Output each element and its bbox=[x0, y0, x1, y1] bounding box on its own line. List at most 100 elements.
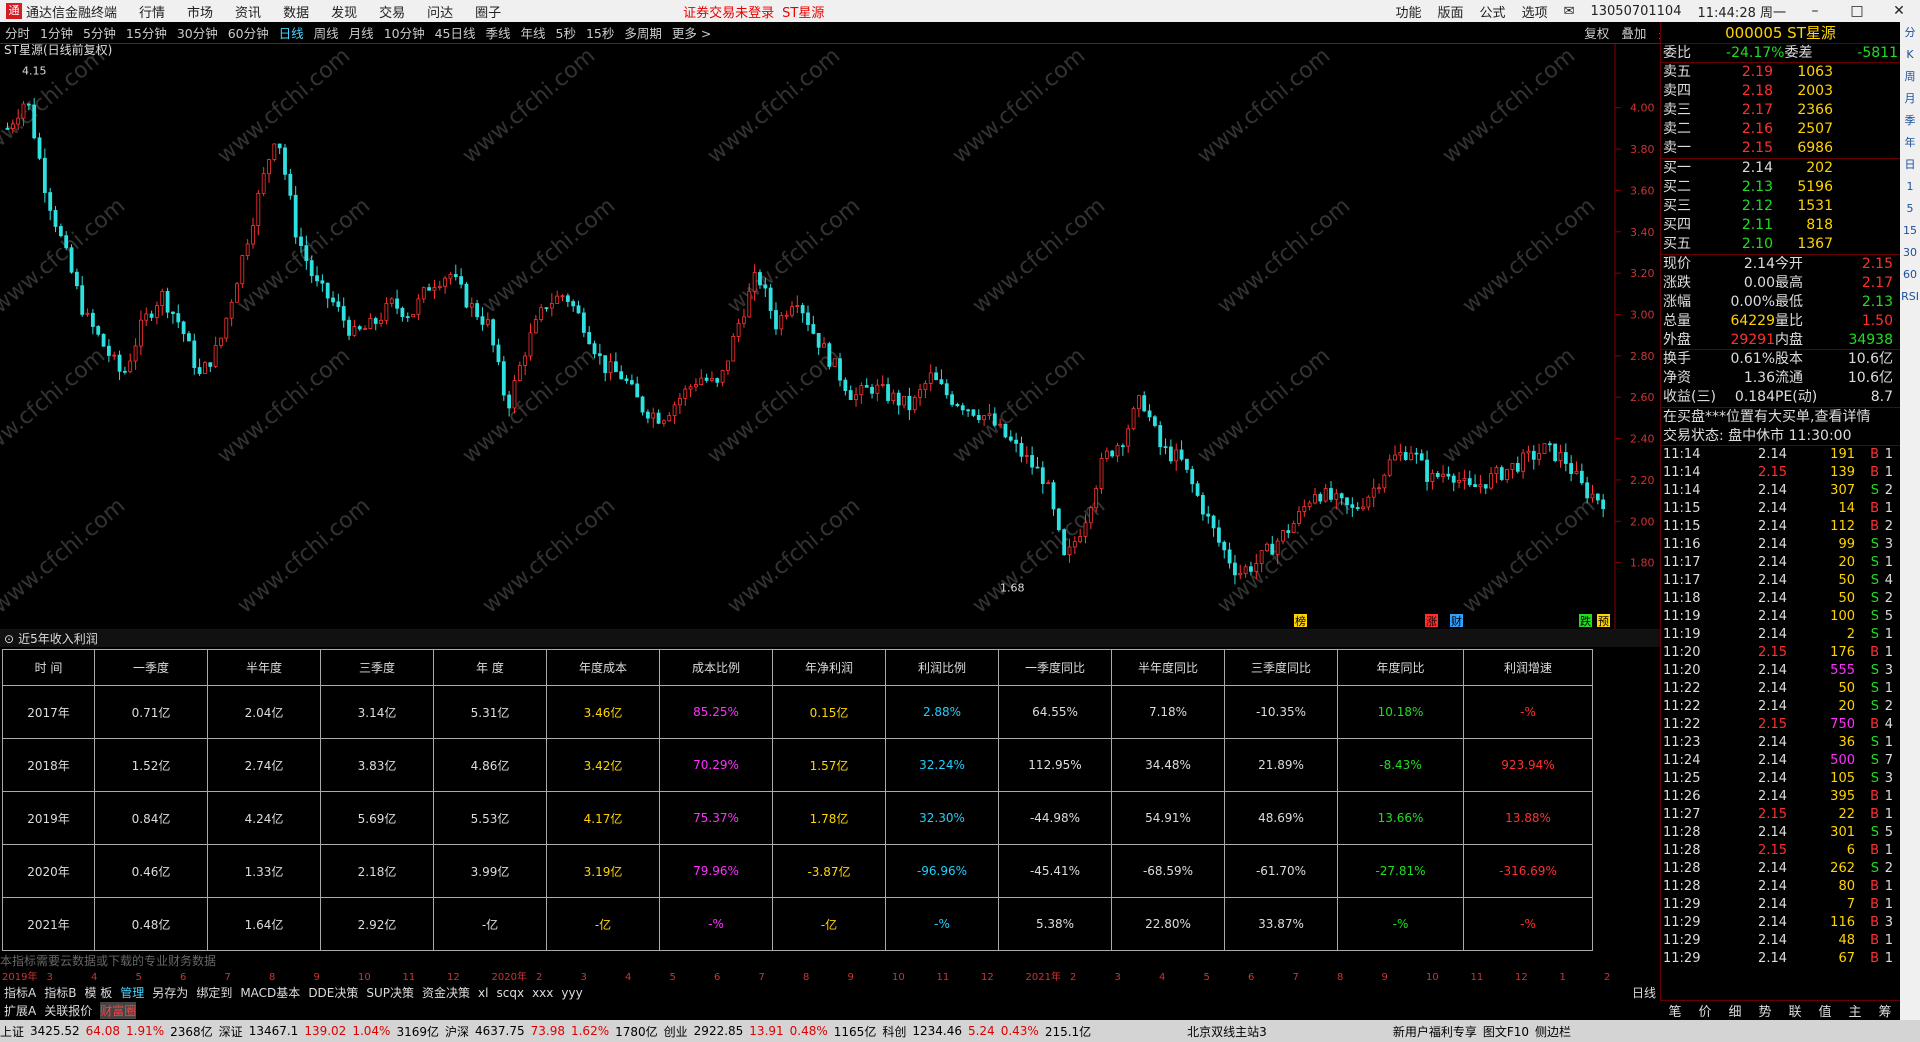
quote-tab-1[interactable]: 价 bbox=[1698, 1001, 1711, 1020]
menu-4[interactable]: 发现 bbox=[331, 2, 357, 21]
menu-0[interactable]: 行情 bbox=[139, 2, 165, 21]
period-tab-5[interactable]: 60分钟 bbox=[228, 23, 269, 42]
menu-1[interactable]: 市场 bbox=[187, 2, 213, 21]
quote-tab-6[interactable]: 主 bbox=[1848, 1001, 1861, 1020]
table-cell: -% bbox=[885, 897, 999, 951]
side-tool-1[interactable]: K bbox=[1900, 44, 1920, 66]
candle-body bbox=[1238, 572, 1243, 576]
side-tool-11[interactable]: 60 bbox=[1900, 264, 1920, 286]
indicator-tab-9[interactable]: 资金决策 bbox=[422, 984, 470, 1001]
indicator-tab-12[interactable]: xxx bbox=[532, 986, 553, 1000]
period-tab-1[interactable]: 1分钟 bbox=[40, 23, 73, 42]
indicator-tab-11[interactable]: scqx bbox=[496, 986, 524, 1000]
quote-tab-4[interactable]: 联 bbox=[1788, 1001, 1801, 1020]
candle-body bbox=[715, 378, 720, 383]
big-order-msg[interactable]: 在买盘***位置有大买单,查看详情 bbox=[1661, 408, 1900, 427]
side-tool-7[interactable]: 1 bbox=[1900, 176, 1920, 198]
collapse-icon[interactable]: ⊙ bbox=[4, 632, 14, 646]
period-tab-16[interactable]: 更多 > bbox=[672, 23, 711, 42]
side-tool-8[interactable]: 5 bbox=[1900, 198, 1920, 220]
tick-row: 11:28 2.14 301 S 5 bbox=[1661, 824, 1900, 842]
menu-layout[interactable]: 版面 bbox=[1438, 2, 1464, 21]
indicator-tab-8[interactable]: SUP决策 bbox=[366, 984, 414, 1001]
status-item[interactable]: 新用户福利专享 bbox=[1393, 1023, 1477, 1040]
period-tab-0[interactable]: 分时 bbox=[5, 23, 30, 42]
period-tab-10[interactable]: 45日线 bbox=[435, 23, 476, 42]
event-marker[interactable]: 榜 bbox=[1295, 614, 1306, 628]
quote-tab-3[interactable]: 势 bbox=[1758, 1001, 1771, 1020]
stock-code-name[interactable]: 000005 ST星源 bbox=[1661, 22, 1900, 44]
event-marker[interactable]: 预 bbox=[1598, 615, 1609, 628]
menu-formula[interactable]: 公式 bbox=[1480, 2, 1506, 21]
table-cell: 13.66% bbox=[1337, 791, 1464, 845]
tick-cell: 11:16 bbox=[1663, 537, 1701, 552]
period-tab-11[interactable]: 季线 bbox=[486, 23, 511, 42]
status-item[interactable]: 侧边栏 bbox=[1535, 1023, 1571, 1040]
indicator-tab-3[interactable]: 管理 bbox=[120, 984, 144, 1001]
period-tab-8[interactable]: 月线 bbox=[349, 23, 374, 42]
quote-tab-0[interactable]: 笔 bbox=[1668, 1001, 1681, 1020]
event-marker[interactable]: 涨 bbox=[1426, 615, 1437, 628]
tick-cell: B bbox=[1870, 843, 1879, 858]
maximize-icon[interactable]: □ bbox=[1844, 3, 1870, 19]
indicator-tab-13[interactable]: yyy bbox=[561, 986, 582, 1000]
quote-tab-7[interactable]: 筹 bbox=[1878, 1001, 1891, 1020]
extension-tab-1[interactable]: 关联报价 bbox=[44, 1002, 92, 1019]
menu-2[interactable]: 资讯 bbox=[235, 2, 261, 21]
indicator-tab-2[interactable]: 模 板 bbox=[84, 984, 112, 1001]
quote-tab-2[interactable]: 细 bbox=[1728, 1001, 1741, 1020]
login-warning[interactable]: 证券交易未登录 bbox=[683, 2, 774, 21]
side-tool-4[interactable]: 季 bbox=[1900, 110, 1920, 132]
candle-body bbox=[880, 384, 885, 386]
period-tab-3[interactable]: 15分钟 bbox=[126, 23, 167, 42]
menu-3[interactable]: 数据 bbox=[283, 2, 309, 21]
indicator-tab-4[interactable]: 另存为 bbox=[152, 984, 188, 1001]
event-marker[interactable]: 财 bbox=[1451, 614, 1462, 628]
menu-5[interactable]: 交易 bbox=[379, 2, 405, 21]
quote-tab-5[interactable]: 值 bbox=[1818, 1001, 1831, 1020]
status-item[interactable]: 北京双线主站3 bbox=[1187, 1023, 1267, 1040]
tick-cell: 11:18 bbox=[1663, 591, 1701, 606]
menu-7[interactable]: 圈子 bbox=[475, 2, 501, 21]
indicator-tab-5[interactable]: 绑定到 bbox=[196, 984, 232, 1001]
quote-cell: 5196 bbox=[1797, 179, 1833, 195]
period-tab-14[interactable]: 15秒 bbox=[586, 23, 614, 42]
period-tab-6[interactable]: 日线 bbox=[279, 23, 304, 42]
period-tab-9[interactable]: 10分钟 bbox=[384, 23, 425, 42]
period-tab-4[interactable]: 30分钟 bbox=[177, 23, 218, 42]
menu-options[interactable]: 选项 bbox=[1522, 2, 1548, 21]
candle-body bbox=[208, 362, 213, 367]
status-item[interactable]: 图文F10 bbox=[1483, 1023, 1529, 1040]
tick-cell: S bbox=[1870, 753, 1879, 768]
period-tab-15[interactable]: 多周期 bbox=[624, 23, 662, 42]
extension-tab-0[interactable]: 扩展A bbox=[4, 1002, 36, 1019]
event-marker[interactable]: 跌 bbox=[1580, 614, 1591, 628]
menu-6[interactable]: 问达 bbox=[427, 2, 453, 21]
chart-tool-0[interactable]: 复权 bbox=[1584, 23, 1609, 42]
side-tool-10[interactable]: 30 bbox=[1900, 242, 1920, 264]
side-tool-0[interactable]: 分 bbox=[1900, 22, 1920, 44]
side-tool-3[interactable]: 月 bbox=[1900, 88, 1920, 110]
indicator-tab-0[interactable]: 指标A bbox=[4, 984, 36, 1001]
period-tab-13[interactable]: 5秒 bbox=[556, 23, 576, 42]
side-tool-5[interactable]: 年 bbox=[1900, 132, 1920, 154]
mail-icon[interactable]: ✉ bbox=[1564, 4, 1575, 19]
chart-tool-1[interactable]: 叠加 bbox=[1621, 23, 1646, 42]
extension-tab-2[interactable]: 财富圈 bbox=[100, 1001, 137, 1019]
indicator-tab-1[interactable]: 指标B bbox=[44, 984, 76, 1001]
side-tool-9[interactable]: 15 bbox=[1900, 220, 1920, 242]
minimize-icon[interactable]: – bbox=[1802, 3, 1828, 19]
indicator-tab-6[interactable]: MACD基本 bbox=[240, 984, 300, 1001]
indicator-tab-7[interactable]: DDE决策 bbox=[308, 984, 358, 1001]
side-tool-6[interactable]: 日 bbox=[1900, 154, 1920, 176]
period-tab-12[interactable]: 年线 bbox=[521, 23, 546, 42]
menu-function[interactable]: 功能 bbox=[1396, 2, 1422, 21]
side-tool-2[interactable]: 周 bbox=[1900, 66, 1920, 88]
close-icon[interactable]: ✕ bbox=[1886, 3, 1912, 19]
side-tool-12[interactable]: RSI bbox=[1900, 286, 1920, 308]
period-tab-7[interactable]: 周线 bbox=[314, 23, 339, 42]
candle-body bbox=[971, 409, 976, 416]
kline-chart[interactable]: www.cfchi.com www.cfchi.com www.cfchi.com w… bbox=[0, 44, 1660, 629]
period-tab-2[interactable]: 5分钟 bbox=[83, 23, 116, 42]
indicator-tab-10[interactable]: xl bbox=[478, 986, 488, 1000]
